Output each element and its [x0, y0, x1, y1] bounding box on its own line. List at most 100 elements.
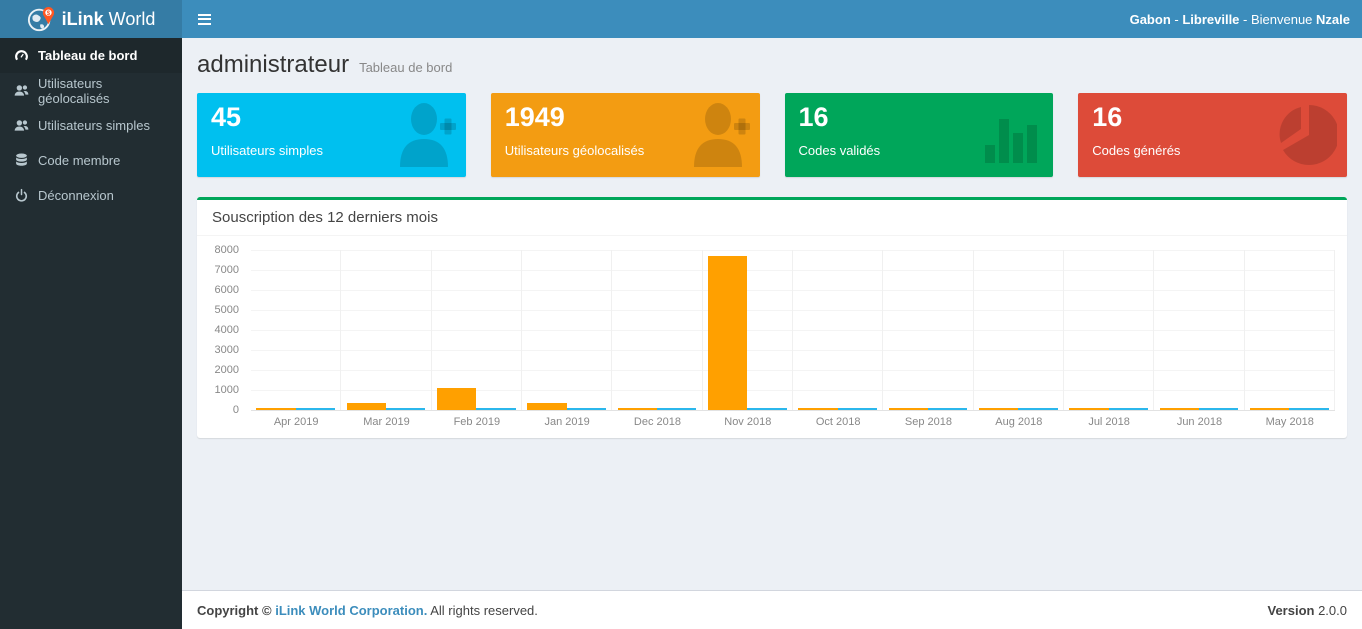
app-logo[interactable]: $ iLink World — [0, 0, 182, 38]
chart-bar-orange[interactable] — [1160, 408, 1199, 410]
chart-bar-blue[interactable] — [1289, 408, 1328, 410]
user-plus-icon — [388, 101, 456, 172]
chart-month-slot — [1245, 250, 1335, 410]
content-area: administrateur Tableau de bord 45 Utilis… — [182, 38, 1362, 590]
user-country: Gabon — [1130, 12, 1171, 27]
sidebar: Tableau de bord Utilisateurs géolocalisé… — [0, 38, 182, 629]
gridline — [251, 410, 1335, 411]
y-axis-tick: 6000 — [205, 284, 239, 296]
chart-month-slot — [1154, 250, 1244, 410]
greeting-text: Bienvenue — [1251, 12, 1316, 27]
x-axis-tick: Feb 2019 — [432, 416, 522, 428]
chart-bar-orange[interactable] — [618, 408, 657, 410]
chart-bar-blue[interactable] — [567, 408, 606, 410]
pie-chart-icon — [1273, 103, 1337, 170]
stat-card-codes-valides: 16 Codes validés — [785, 93, 1054, 177]
chart-bar-orange[interactable] — [1250, 408, 1289, 410]
dashboard-icon — [14, 48, 29, 63]
sidebar-item-utilisateurs-geolocalises[interactable]: Utilisateurs géolocalisés — [0, 73, 182, 108]
chart-month-slot — [251, 250, 341, 410]
chart-bar-orange[interactable] — [979, 408, 1018, 410]
chart-month-slot — [974, 250, 1064, 410]
user-city: Libreville — [1182, 12, 1239, 27]
x-axis-tick: Jun 2018 — [1154, 416, 1244, 428]
sidebar-item-label: Code membre — [38, 153, 120, 168]
power-icon — [14, 188, 29, 203]
page-header: administrateur Tableau de bord — [197, 51, 1347, 79]
chart-bar-blue[interactable] — [1199, 408, 1238, 410]
globe-pin-icon: $ — [27, 5, 55, 33]
company-link[interactable]: iLink World Corporation. — [275, 603, 427, 618]
users-icon — [14, 83, 29, 98]
chart-bar-orange[interactable] — [256, 408, 295, 410]
navbar-user-greeting[interactable]: Gabon - Libreville - Bienvenue Nzale — [1130, 12, 1362, 27]
chart-bar-blue[interactable] — [1109, 408, 1148, 410]
y-axis-tick: 0 — [205, 404, 239, 416]
x-axis-tick: Sep 2018 — [883, 416, 973, 428]
chart-month-slot — [883, 250, 973, 410]
chart-bar-blue[interactable] — [296, 408, 335, 410]
y-axis-tick: 1000 — [205, 384, 239, 396]
chart-month-slot — [341, 250, 431, 410]
chart-bar-blue[interactable] — [1018, 408, 1057, 410]
chart-bar-blue[interactable] — [928, 408, 967, 410]
y-axis-tick: 2000 — [205, 364, 239, 376]
chart-bar-blue[interactable] — [386, 408, 425, 410]
footer: Copyright © iLink World Corporation. All… — [182, 590, 1362, 629]
chart-body: 010002000300040005000600070008000 Apr 20… — [197, 236, 1347, 438]
x-axis-tick: Nov 2018 — [703, 416, 793, 428]
bar-chart-icon — [981, 107, 1043, 168]
user-name: Nzale — [1316, 12, 1350, 27]
chart-slots — [251, 250, 1335, 410]
y-axis-tick: 5000 — [205, 304, 239, 316]
chart-bar-blue[interactable] — [476, 408, 515, 410]
sidebar-item-code-membre[interactable]: Code membre — [0, 143, 182, 178]
users-icon — [14, 118, 29, 133]
subscription-bar-chart: 010002000300040005000600070008000 Apr 20… — [205, 250, 1335, 428]
chart-bar-orange[interactable] — [798, 408, 837, 410]
top-navbar: $ iLink World Gabon - Libreville - Bienv… — [0, 0, 1362, 38]
chart-month-slot — [793, 250, 883, 410]
sidebar-item-deconnexion[interactable]: Déconnexion — [0, 178, 182, 213]
chart-bar-orange[interactable] — [527, 403, 566, 410]
x-axis-tick: Jan 2019 — [522, 416, 612, 428]
page-title: administrateur — [197, 51, 349, 79]
footer-version: Version 2.0.0 — [1267, 603, 1347, 618]
x-axis-tick: Oct 2018 — [793, 416, 883, 428]
chart-month-slot — [432, 250, 522, 410]
chart-bar-orange[interactable] — [437, 388, 476, 410]
footer-copyright: Copyright © iLink World Corporation. All… — [197, 603, 538, 618]
sidebar-item-tableau-de-bord[interactable]: Tableau de bord — [0, 38, 182, 73]
chart-plot — [251, 250, 1335, 410]
x-axis-tick: Aug 2018 — [974, 416, 1064, 428]
sidebar-toggle-button[interactable] — [182, 0, 227, 38]
chart-x-axis: Apr 2019Mar 2019Feb 2019Jan 2019Dec 2018… — [251, 416, 1335, 428]
x-axis-tick: Mar 2019 — [341, 416, 431, 428]
chart-bar-blue[interactable] — [747, 408, 786, 410]
stat-cards-row: 45 Utilisateurs simples 1949 Utilisateur… — [197, 93, 1347, 177]
subscription-chart-panel: Souscription des 12 derniers mois 0 1000 2… — [197, 197, 1347, 438]
brand-text: iLink World — [62, 9, 156, 30]
sidebar-item-label: Déconnexion — [38, 188, 114, 203]
chart-bar-orange[interactable] — [889, 408, 928, 410]
chart-month-slot — [1064, 250, 1154, 410]
stat-card-utilisateurs-simples: 45 Utilisateurs simples — [197, 93, 466, 177]
y-axis-tick: 4000 — [205, 324, 239, 336]
chart-bar-orange[interactable] — [708, 256, 747, 410]
sidebar-item-label: Utilisateurs géolocalisés — [38, 76, 168, 106]
navbar-main: Gabon - Libreville - Bienvenue Nzale — [182, 0, 1362, 38]
chart-month-slot — [703, 250, 793, 410]
sidebar-item-utilisateurs-simples[interactable]: Utilisateurs simples — [0, 108, 182, 143]
x-axis-tick: Jul 2018 — [1064, 416, 1154, 428]
chart-bar-orange[interactable] — [1069, 408, 1108, 410]
chart-title: Souscription des 12 derniers mois — [197, 200, 1347, 236]
chart-bar-orange[interactable] — [347, 403, 386, 410]
sidebar-item-label: Tableau de bord — [38, 48, 137, 63]
user-plus-icon — [682, 101, 750, 172]
chart-bar-blue[interactable] — [838, 408, 877, 410]
x-axis-tick: Apr 2019 — [251, 416, 341, 428]
y-axis-tick: 7000 — [205, 264, 239, 276]
x-axis-tick: May 2018 — [1245, 416, 1335, 428]
chart-bar-blue[interactable] — [657, 408, 696, 410]
x-axis-tick: Dec 2018 — [612, 416, 702, 428]
